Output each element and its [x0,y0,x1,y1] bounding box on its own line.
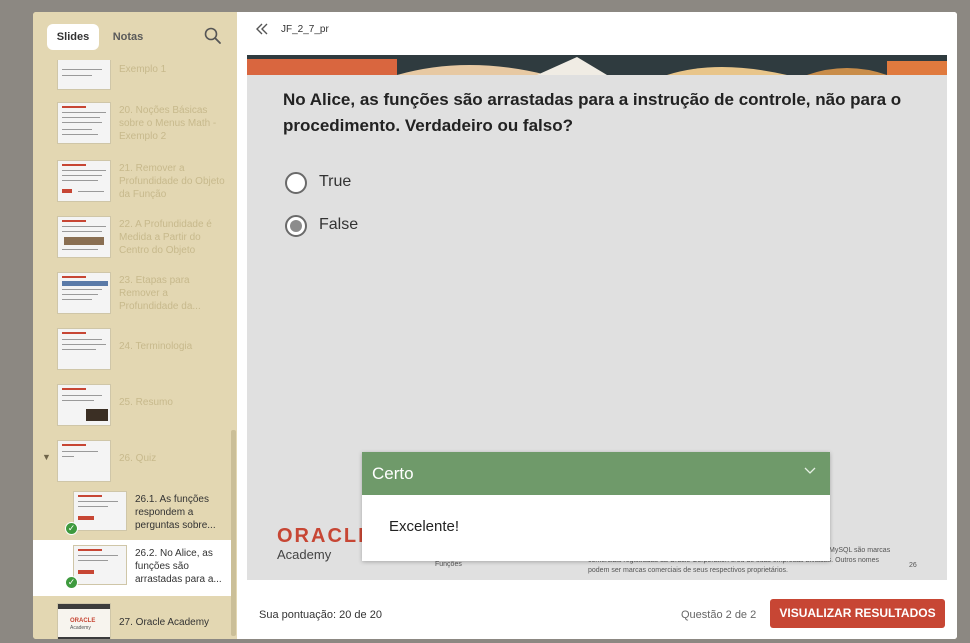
slide-label: 26. Quiz [119,453,157,464]
decorative-banner [247,55,947,75]
slide-thumbnail [57,440,111,482]
choice-label: True [319,173,352,190]
slide-thumbnail [73,545,127,585]
slide-thumbnail: ORACLE Academy [57,603,111,639]
slide-label: 20. Noções Básicas sobre o Menus Math - … [119,105,217,142]
document-title: JF_2_7_pr [281,24,329,35]
slide-item[interactable]: 22. A Profundidade é Medida a Partir do … [33,212,231,268]
sub-slide-item[interactable]: ✓ 26.1. As funções respondem a perguntas… [33,486,231,542]
slide-label: 22. A Profundidade é Medida a Partir do … [119,219,212,256]
completed-check-icon: ✓ [65,576,78,589]
slide-thumbnail [57,160,111,202]
completed-check-icon: ✓ [65,522,78,535]
slide-label: Exemplo 1 [119,64,167,75]
choice-true[interactable]: True [285,171,405,195]
slide-label: 26.1. As funções respondem a perguntas s… [135,494,216,531]
slide-item[interactable]: ORACLE Academy 27. Oracle Academy [33,600,231,639]
sidebar: Slides Notas Exemplo 1 20. Noções Básica… [33,12,237,639]
slide-label: 24. Terminologia [119,341,193,352]
footer-section: Funções [435,561,462,568]
slide-page-number: 26 [909,562,917,569]
slide-thumbnail [57,384,111,426]
slide-label: 23. Etapas para Remover a Profundidade d… [119,275,201,312]
score-text: Sua pontuação: 20 de 20 [259,609,382,621]
radio-button[interactable] [285,172,307,194]
slide-item[interactable]: 23. Etapas para Remover a Profundidade d… [33,268,231,324]
sidebar-scrollbar[interactable] [231,430,236,636]
slide-list: Exemplo 1 20. Noções Básicas sobre o Men… [33,60,237,639]
tab-notes[interactable]: Notas [105,24,151,50]
slide-thumbnail [57,60,111,90]
feedback-header[interactable]: Certo [362,452,830,495]
radio-button-selected[interactable] [285,215,307,237]
choice-false[interactable]: False [285,214,405,238]
slide-label: 25. Resumo [119,397,173,408]
slide-label: 21. Remover a Profundidade do Objeto da … [119,163,225,200]
feedback-title: Certo [372,464,414,483]
question-text: No Alice, as funções são arrastadas para… [283,90,902,135]
feedback-popup: Certo Excelente! [362,452,830,561]
oracle-academy-logo: ORACLE Academy [277,525,374,562]
collapse-caret-icon[interactable]: ▼ [42,452,51,462]
feedback-message: Excelente! [389,518,460,535]
chevron-down-icon[interactable] [804,466,816,478]
top-bar: JF_2_7_pr [237,12,957,50]
footer-copyright-top: MySQL são marcas [829,547,891,554]
slide-item[interactable]: 21. Remover a Profundidade do Objeto da … [33,156,231,212]
slide-item[interactable]: 25. Resumo [33,380,231,436]
question-counter: Questão 2 de 2 [681,609,757,621]
app-frame: Slides Notas Exemplo 1 20. Noções Básica… [33,12,957,639]
choice-label: False [319,216,359,233]
slide-item[interactable]: 20. Noções Básicas sobre o Menus Math - … [33,98,231,154]
slide-label: 27. Oracle Academy [119,617,210,628]
slide-thumbnail [73,491,127,531]
slide-item[interactable]: Exemplo 1 [33,60,231,92]
slide-label: 26.2. No Alice, as funções são arrastada… [135,548,222,585]
slide-item[interactable]: 24. Terminologia [33,324,231,380]
view-results-button[interactable]: VISUALIZAR RESULTADOS [770,599,945,628]
sidebar-header: Slides Notas [33,12,237,60]
double-chevron-left-icon[interactable] [255,22,269,38]
slide-item-quiz[interactable]: ▼ 26. Quiz [33,436,231,492]
tab-slides[interactable]: Slides [47,24,99,50]
slide-thumbnail [57,102,111,144]
bottom-bar: Sua pontuação: 20 de 20 Questão 2 de 2 V… [237,592,957,639]
slide-thumbnail [57,328,111,370]
slide-thumbnail [57,272,111,314]
search-icon[interactable] [203,26,223,46]
slide-thumbnail [57,216,111,258]
sub-slide-item-current[interactable]: ✓ 26.2. No Alice, as funções são arrasta… [33,540,231,596]
